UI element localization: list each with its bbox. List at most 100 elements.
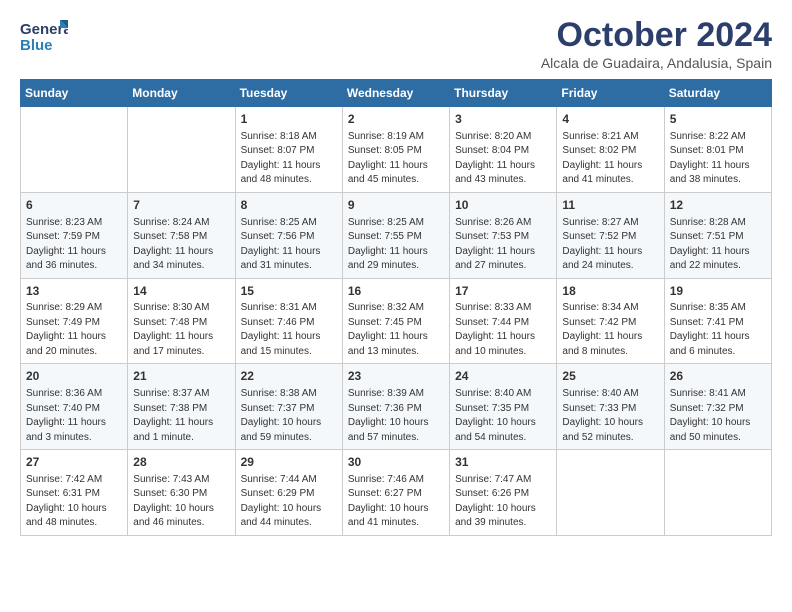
table-row: 30Sunrise: 7:46 AM Sunset: 6:27 PM Dayli… (342, 450, 449, 536)
day-number: 28 (133, 454, 229, 471)
header-sunday: Sunday (21, 80, 128, 107)
day-content: Sunrise: 8:28 AM Sunset: 7:51 PM Dayligh… (670, 216, 766, 274)
day-content: Sunrise: 8:40 AM Sunset: 7:35 PM Dayligh… (455, 387, 551, 445)
day-number: 23 (348, 368, 444, 385)
day-number: 15 (241, 283, 337, 300)
table-row: 11 Sunrise: 8:27 AM Sunset: 7:52 PM Dayli… (557, 192, 664, 278)
table-row: 17Sunrise: 8:33 AM Sunset: 7:44 PM Dayli… (450, 278, 557, 364)
day-number: 8 (241, 197, 337, 214)
day-content: Sunrise: 8:26 AM Sunset: 7:53 PM Dayligh… (455, 216, 551, 274)
day-content: Sunrise: 8:32 AM Sunset: 7:45 PM Dayligh… (348, 301, 444, 359)
day-number: 2 (348, 111, 444, 128)
day-number: 27 (26, 454, 122, 471)
table-row: 22 Sunrise: 8:38 AM Sunset: 7:37 PM Dayli… (235, 364, 342, 450)
day-number: 19 (670, 283, 766, 300)
day-number: 20 (26, 368, 122, 385)
day-content: Sunrise: 8:19 AM Sunset: 8:05 PM Dayligh… (348, 130, 444, 188)
day-content: Sunrise: 8:27 AM Sunset: 7:52 PM Dayligh… (562, 216, 658, 274)
table-row (128, 107, 235, 193)
day-content: Sunrise: 7:44 AM Sunset: 6:29 PM Dayligh… (241, 473, 337, 531)
header-friday: Friday (557, 80, 664, 107)
table-row (21, 107, 128, 193)
day-content: Sunrise: 7:42 AM Sunset: 6:31 PM Dayligh… (26, 473, 122, 531)
table-row: 14Sunrise: 8:30 AM Sunset: 7:48 PM Dayli… (128, 278, 235, 364)
day-content: Sunrise: 8:41 AM Sunset: 7:32 PM Dayligh… (670, 387, 766, 445)
day-content: Sunrise: 8:29 AM Sunset: 7:49 PM Dayligh… (26, 301, 122, 359)
location-subtitle: Alcala de Guadaira, Andalusia, Spain (541, 55, 772, 71)
title-section: October 2024 Alcala de Guadaira, Andalus… (541, 16, 772, 71)
day-content: Sunrise: 8:25 AM Sunset: 7:56 PM Dayligh… (241, 216, 337, 274)
day-content: Sunrise: 7:43 AM Sunset: 6:30 PM Dayligh… (133, 473, 229, 531)
day-number: 24 (455, 368, 551, 385)
day-number: 9 (348, 197, 444, 214)
day-number: 4 (562, 111, 658, 128)
day-number: 16 (348, 283, 444, 300)
day-number: 21 (133, 368, 229, 385)
day-number: 25 (562, 368, 658, 385)
day-number: 31 (455, 454, 551, 471)
day-content: Sunrise: 8:36 AM Sunset: 7:40 PM Dayligh… (26, 387, 122, 445)
day-content: Sunrise: 8:40 AM Sunset: 7:33 PM Dayligh… (562, 387, 658, 445)
day-content: Sunrise: 8:25 AM Sunset: 7:55 PM Dayligh… (348, 216, 444, 274)
page-header: General Blue October 2024 Alcala de Guad… (20, 16, 772, 71)
header-tuesday: Tuesday (235, 80, 342, 107)
table-row: 20 Sunrise: 8:36 AM Sunset: 7:40 PM Dayli… (21, 364, 128, 450)
table-row: 21Sunrise: 8:37 AM Sunset: 7:38 PM Dayli… (128, 364, 235, 450)
header-saturday: Saturday (664, 80, 771, 107)
day-content: Sunrise: 8:30 AM Sunset: 7:48 PM Dayligh… (133, 301, 229, 359)
day-number: 1 (241, 111, 337, 128)
table-row: 19Sunrise: 8:35 AM Sunset: 7:41 PM Dayli… (664, 278, 771, 364)
day-number: 14 (133, 283, 229, 300)
day-number: 12 (670, 197, 766, 214)
calendar-week-row: 1Sunrise: 8:18 AM Sunset: 8:07 PM Daylig… (21, 107, 772, 193)
table-row: 3Sunrise: 8:20 AM Sunset: 8:04 PM Daylig… (450, 107, 557, 193)
day-content: Sunrise: 8:20 AM Sunset: 8:04 PM Dayligh… (455, 130, 551, 188)
table-row: 10Sunrise: 8:26 AM Sunset: 7:53 PM Dayli… (450, 192, 557, 278)
svg-text:Blue: Blue (20, 37, 53, 54)
day-number: 30 (348, 454, 444, 471)
logo: General Blue (20, 16, 68, 58)
day-number: 29 (241, 454, 337, 471)
calendar-table: Sunday Monday Tuesday Wednesday Thursday… (20, 79, 772, 536)
day-content: Sunrise: 8:23 AM Sunset: 7:59 PM Dayligh… (26, 216, 122, 274)
calendar-week-row: 13Sunrise: 8:29 AM Sunset: 7:49 PM Dayli… (21, 278, 772, 364)
table-row: 18Sunrise: 8:34 AM Sunset: 7:42 PM Dayli… (557, 278, 664, 364)
day-number: 11 (562, 197, 658, 214)
day-content: Sunrise: 8:35 AM Sunset: 7:41 PM Dayligh… (670, 301, 766, 359)
table-row: 4Sunrise: 8:21 AM Sunset: 8:02 PM Daylig… (557, 107, 664, 193)
table-row: 24 Sunrise: 8:40 AM Sunset: 7:35 PM Dayli… (450, 364, 557, 450)
day-number: 18 (562, 283, 658, 300)
calendar-week-row: 27 Sunrise: 7:42 AM Sunset: 6:31 PM Dayli… (21, 450, 772, 536)
table-row: 28 Sunrise: 7:43 AM Sunset: 6:30 PM Dayli… (128, 450, 235, 536)
table-row: 8 Sunrise: 8:25 AM Sunset: 7:56 PM Daylig… (235, 192, 342, 278)
calendar-header-row: Sunday Monday Tuesday Wednesday Thursday… (21, 80, 772, 107)
day-number: 5 (670, 111, 766, 128)
day-number: 7 (133, 197, 229, 214)
table-row: 25 Sunrise: 8:40 AM Sunset: 7:33 PM Dayli… (557, 364, 664, 450)
day-number: 26 (670, 368, 766, 385)
header-thursday: Thursday (450, 80, 557, 107)
day-content: Sunrise: 8:22 AM Sunset: 8:01 PM Dayligh… (670, 130, 766, 188)
logo-svg: General Blue (20, 16, 68, 58)
day-number: 22 (241, 368, 337, 385)
table-row: 2 Sunrise: 8:19 AM Sunset: 8:05 PM Daylig… (342, 107, 449, 193)
day-content: Sunrise: 8:31 AM Sunset: 7:46 PM Dayligh… (241, 301, 337, 359)
table-row: 23 Sunrise: 8:39 AM Sunset: 7:36 PM Dayli… (342, 364, 449, 450)
calendar-week-row: 6Sunrise: 8:23 AM Sunset: 7:59 PM Daylig… (21, 192, 772, 278)
day-content: Sunrise: 8:24 AM Sunset: 7:58 PM Dayligh… (133, 216, 229, 274)
day-number: 13 (26, 283, 122, 300)
calendar-week-row: 20 Sunrise: 8:36 AM Sunset: 7:40 PM Dayli… (21, 364, 772, 450)
table-row: 16Sunrise: 8:32 AM Sunset: 7:45 PM Dayli… (342, 278, 449, 364)
table-row: 12 Sunrise: 8:28 AM Sunset: 7:51 PM Dayli… (664, 192, 771, 278)
table-row: 26 Sunrise: 8:41 AM Sunset: 7:32 PM Dayli… (664, 364, 771, 450)
table-row: 5 Sunrise: 8:22 AM Sunset: 8:01 PM Daylig… (664, 107, 771, 193)
header-wednesday: Wednesday (342, 80, 449, 107)
table-row (664, 450, 771, 536)
day-content: Sunrise: 7:47 AM Sunset: 6:26 PM Dayligh… (455, 473, 551, 531)
day-content: Sunrise: 8:33 AM Sunset: 7:44 PM Dayligh… (455, 301, 551, 359)
table-row: 15Sunrise: 8:31 AM Sunset: 7:46 PM Dayli… (235, 278, 342, 364)
day-content: Sunrise: 8:39 AM Sunset: 7:36 PM Dayligh… (348, 387, 444, 445)
table-row: 1Sunrise: 8:18 AM Sunset: 8:07 PM Daylig… (235, 107, 342, 193)
table-row: 6Sunrise: 8:23 AM Sunset: 7:59 PM Daylig… (21, 192, 128, 278)
day-content: Sunrise: 8:38 AM Sunset: 7:37 PM Dayligh… (241, 387, 337, 445)
